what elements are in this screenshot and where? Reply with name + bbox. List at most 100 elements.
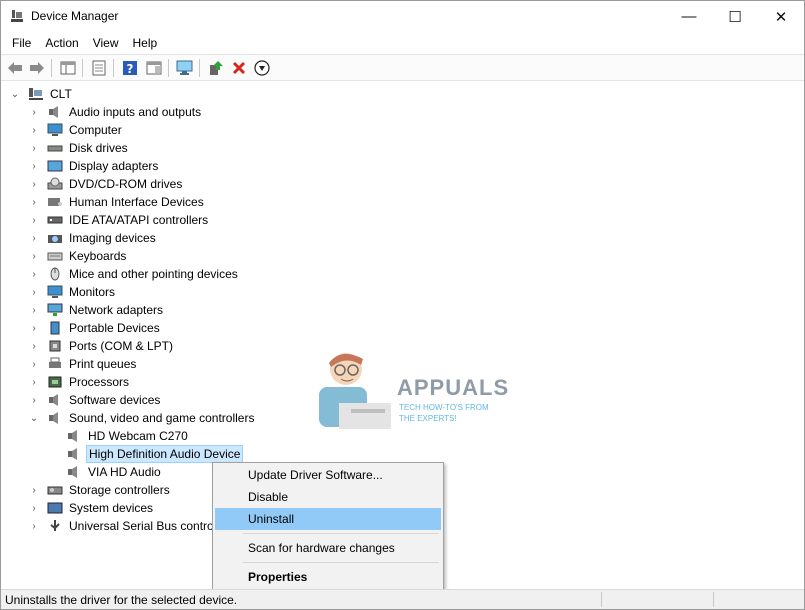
- tree-item-label: DVD/CD-ROM drives: [69, 177, 183, 191]
- tree-item[interactable]: › Processors: [28, 373, 131, 391]
- hid-icon: [48, 198, 62, 206]
- tree-item-label: VIA HD Audio: [88, 465, 161, 479]
- disk-drive-icon: [47, 145, 63, 152]
- tree-item-label: Human Interface Devices: [69, 195, 204, 209]
- title-bar[interactable]: Device Manager — ☐ ✕: [1, 1, 804, 32]
- expand-chevron-icon[interactable]: ›: [28, 106, 40, 118]
- help-icon[interactable]: ?: [120, 58, 140, 78]
- tree-item-label: Audio inputs and outputs: [69, 105, 202, 119]
- tree-item[interactable]: › Imaging devices: [28, 229, 158, 247]
- context-menu: Update Driver Software... Disable Uninst…: [212, 462, 444, 591]
- update-driver-software-item[interactable]: Update Driver Software...: [215, 464, 441, 486]
- expand-chevron-icon[interactable]: ›: [28, 160, 40, 172]
- speaker-icon: [49, 412, 58, 424]
- dvd-drive-icon: [47, 177, 63, 190]
- tree-item-label: Universal Serial Bus controll: [69, 519, 220, 533]
- maximize-button[interactable]: ☐: [712, 1, 758, 32]
- expand-chevron-icon[interactable]: ›: [28, 214, 40, 226]
- tree-item-label: Software devices: [69, 393, 161, 407]
- expand-chevron-icon[interactable]: ›: [28, 520, 40, 532]
- tree-item[interactable]: › DVD/CD-ROM drives: [28, 175, 184, 193]
- collapse-chevron-icon[interactable]: ⌄: [28, 412, 40, 424]
- display-adapter-icon: [47, 160, 63, 172]
- expand-chevron-icon[interactable]: ›: [28, 394, 40, 406]
- tree-item[interactable]: High Definition Audio Device: [47, 445, 244, 463]
- expand-chevron-icon[interactable]: ›: [28, 322, 40, 334]
- monitor-icon: [47, 285, 63, 298]
- scan-hardware-changes-item[interactable]: Scan for hardware changes: [215, 537, 441, 559]
- window-title: Device Manager: [31, 9, 119, 23]
- show-hide-console-tree-icon[interactable]: [58, 58, 78, 78]
- expand-chevron-icon[interactable]: ›: [28, 340, 40, 352]
- tree-item-label: Storage controllers: [69, 483, 170, 497]
- appuals-mascot-logo: [319, 353, 391, 429]
- update-driver-icon[interactable]: [206, 58, 226, 78]
- tree-item-label: Network adapters: [69, 303, 164, 317]
- tree-item-label: Keyboards: [69, 249, 127, 263]
- expand-chevron-icon[interactable]: ›: [28, 232, 40, 244]
- tree-item[interactable]: › Monitors: [28, 283, 117, 301]
- speaker-icon: [68, 430, 77, 442]
- tree-item[interactable]: › Network adapters: [28, 301, 165, 319]
- tree-item[interactable]: › Universal Serial Bus controll: [28, 517, 221, 535]
- tree-item-label: System devices: [69, 501, 154, 515]
- tree-item-label: Display adapters: [69, 159, 159, 173]
- tree-item[interactable]: › System devices: [28, 499, 155, 517]
- menu-help[interactable]: Help: [126, 34, 165, 52]
- collapse-chevron-icon[interactable]: ⌄: [9, 88, 21, 100]
- expand-chevron-icon[interactable]: ›: [28, 502, 40, 514]
- device-manager-app-icon: [11, 10, 23, 22]
- usb-icon: [50, 520, 60, 531]
- port-icon: [49, 340, 61, 352]
- tree-item[interactable]: › Computer: [28, 121, 124, 139]
- tree-item[interactable]: › Human Interface Devices: [28, 193, 206, 211]
- uninstall-item[interactable]: Uninstall: [215, 508, 441, 530]
- tree-root[interactable]: ⌄ CLT: [9, 85, 74, 103]
- menu-bar: File Action View Help: [1, 32, 804, 53]
- uninstall-x-icon[interactable]: [229, 58, 249, 78]
- expand-chevron-icon[interactable]: ›: [28, 178, 40, 190]
- expand-chevron-icon[interactable]: ›: [28, 142, 40, 154]
- tree-item[interactable]: › IDE ATA/ATAPI controllers: [28, 211, 210, 229]
- tree-item[interactable]: › Storage controllers: [28, 481, 172, 499]
- tree-item[interactable]: › Software devices: [28, 391, 162, 409]
- action-pane-icon[interactable]: [144, 58, 164, 78]
- tree-item[interactable]: › Mice and other pointing devices: [28, 265, 240, 283]
- expand-chevron-icon[interactable]: ›: [28, 268, 40, 280]
- tree-item[interactable]: HD Webcam C270: [47, 427, 190, 445]
- back-arrow-icon[interactable]: [5, 58, 25, 78]
- expand-chevron-icon[interactable]: ›: [28, 484, 40, 496]
- forward-arrow-icon[interactable]: [27, 58, 47, 78]
- minimize-button[interactable]: —: [666, 1, 712, 32]
- tree-item[interactable]: VIA HD Audio: [47, 463, 163, 481]
- tree-item[interactable]: › Portable Devices: [28, 319, 162, 337]
- appuals-watermark: APPUALS TECH HOW-TO'S FROM THE EXPERTS!: [301, 345, 508, 435]
- disable-down-arrow-icon[interactable]: [252, 58, 272, 78]
- properties-sheet-icon[interactable]: [89, 58, 109, 78]
- close-button[interactable]: ✕: [758, 1, 804, 32]
- scan-hardware-icon[interactable]: [175, 58, 195, 78]
- tree-item-label: HD Webcam C270: [88, 429, 188, 443]
- menu-action[interactable]: Action: [38, 34, 85, 52]
- tree-item[interactable]: › Display adapters: [28, 157, 160, 175]
- tree-item-label: Computer: [69, 123, 122, 137]
- tree-item[interactable]: ⌄ Sound, video and game controllers: [28, 409, 256, 427]
- tree-item[interactable]: › Audio inputs and outputs: [28, 103, 203, 121]
- expand-chevron-icon[interactable]: ›: [28, 124, 40, 136]
- tree-item[interactable]: › Disk drives: [28, 139, 130, 157]
- tree-item[interactable]: › Ports (COM & LPT): [28, 337, 175, 355]
- expand-chevron-icon[interactable]: ›: [28, 376, 40, 388]
- menu-file[interactable]: File: [5, 34, 38, 52]
- expand-chevron-icon[interactable]: ›: [28, 286, 40, 298]
- properties-item[interactable]: Properties: [215, 566, 441, 588]
- expand-chevron-icon[interactable]: ›: [28, 250, 40, 262]
- tree-item[interactable]: › Print queues: [28, 355, 138, 373]
- tree-item[interactable]: › Keyboards: [28, 247, 128, 265]
- menu-view[interactable]: View: [86, 34, 126, 52]
- processor-icon: [48, 376, 62, 388]
- disable-item[interactable]: Disable: [215, 486, 441, 508]
- computer-root-icon: [29, 88, 43, 100]
- expand-chevron-icon[interactable]: ›: [28, 304, 40, 316]
- expand-chevron-icon[interactable]: ›: [28, 196, 40, 208]
- expand-chevron-icon[interactable]: ›: [28, 358, 40, 370]
